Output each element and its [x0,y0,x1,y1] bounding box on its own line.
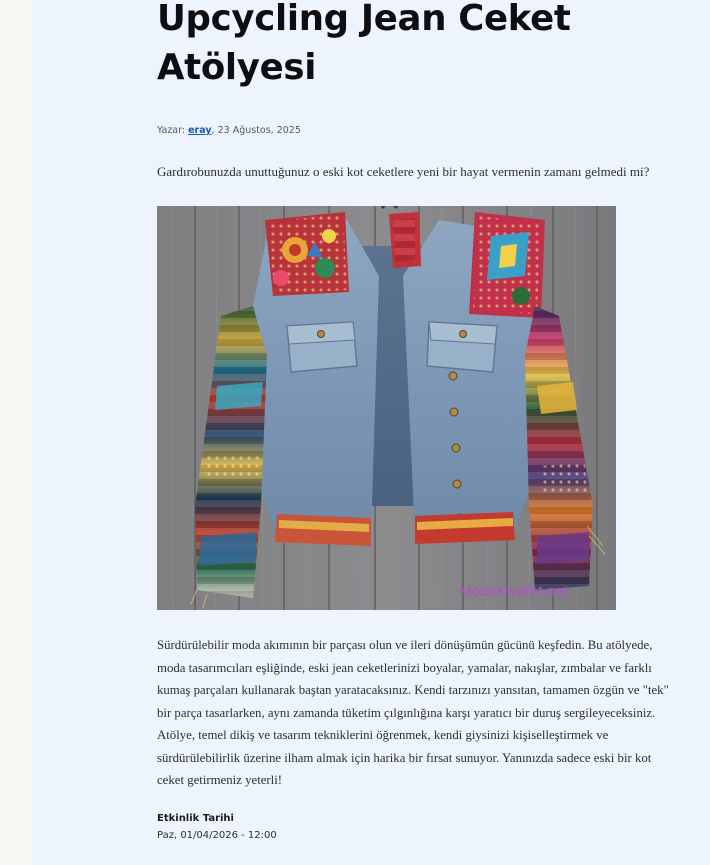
page-gutter [0,0,32,865]
article-image: ModaKiyafet.net [157,206,616,610]
article-body: Sürdürülebilir moda akımının bir parçası… [157,638,669,787]
byline-prefix: Yazar: [157,125,189,136]
publish-date: , 23 Ağustos, 2025 [211,125,301,136]
author-link[interactable]: eray [188,125,211,136]
event-date-value: Paz, 01/04/2026 - 12:00 [157,830,277,841]
page-title: Upcycling Jean Ceket Atölyesi [157,0,571,88]
article-byline: Yazar: eray, 23 Ağustos, 2025 [157,125,301,136]
image-watermark: ModaKiyafet.net [459,583,568,600]
event-date-label: Etkinlik Tarihi [157,813,234,824]
article-intro: Gardırobunuzda unuttuğunuz o eski kot ce… [157,164,650,179]
